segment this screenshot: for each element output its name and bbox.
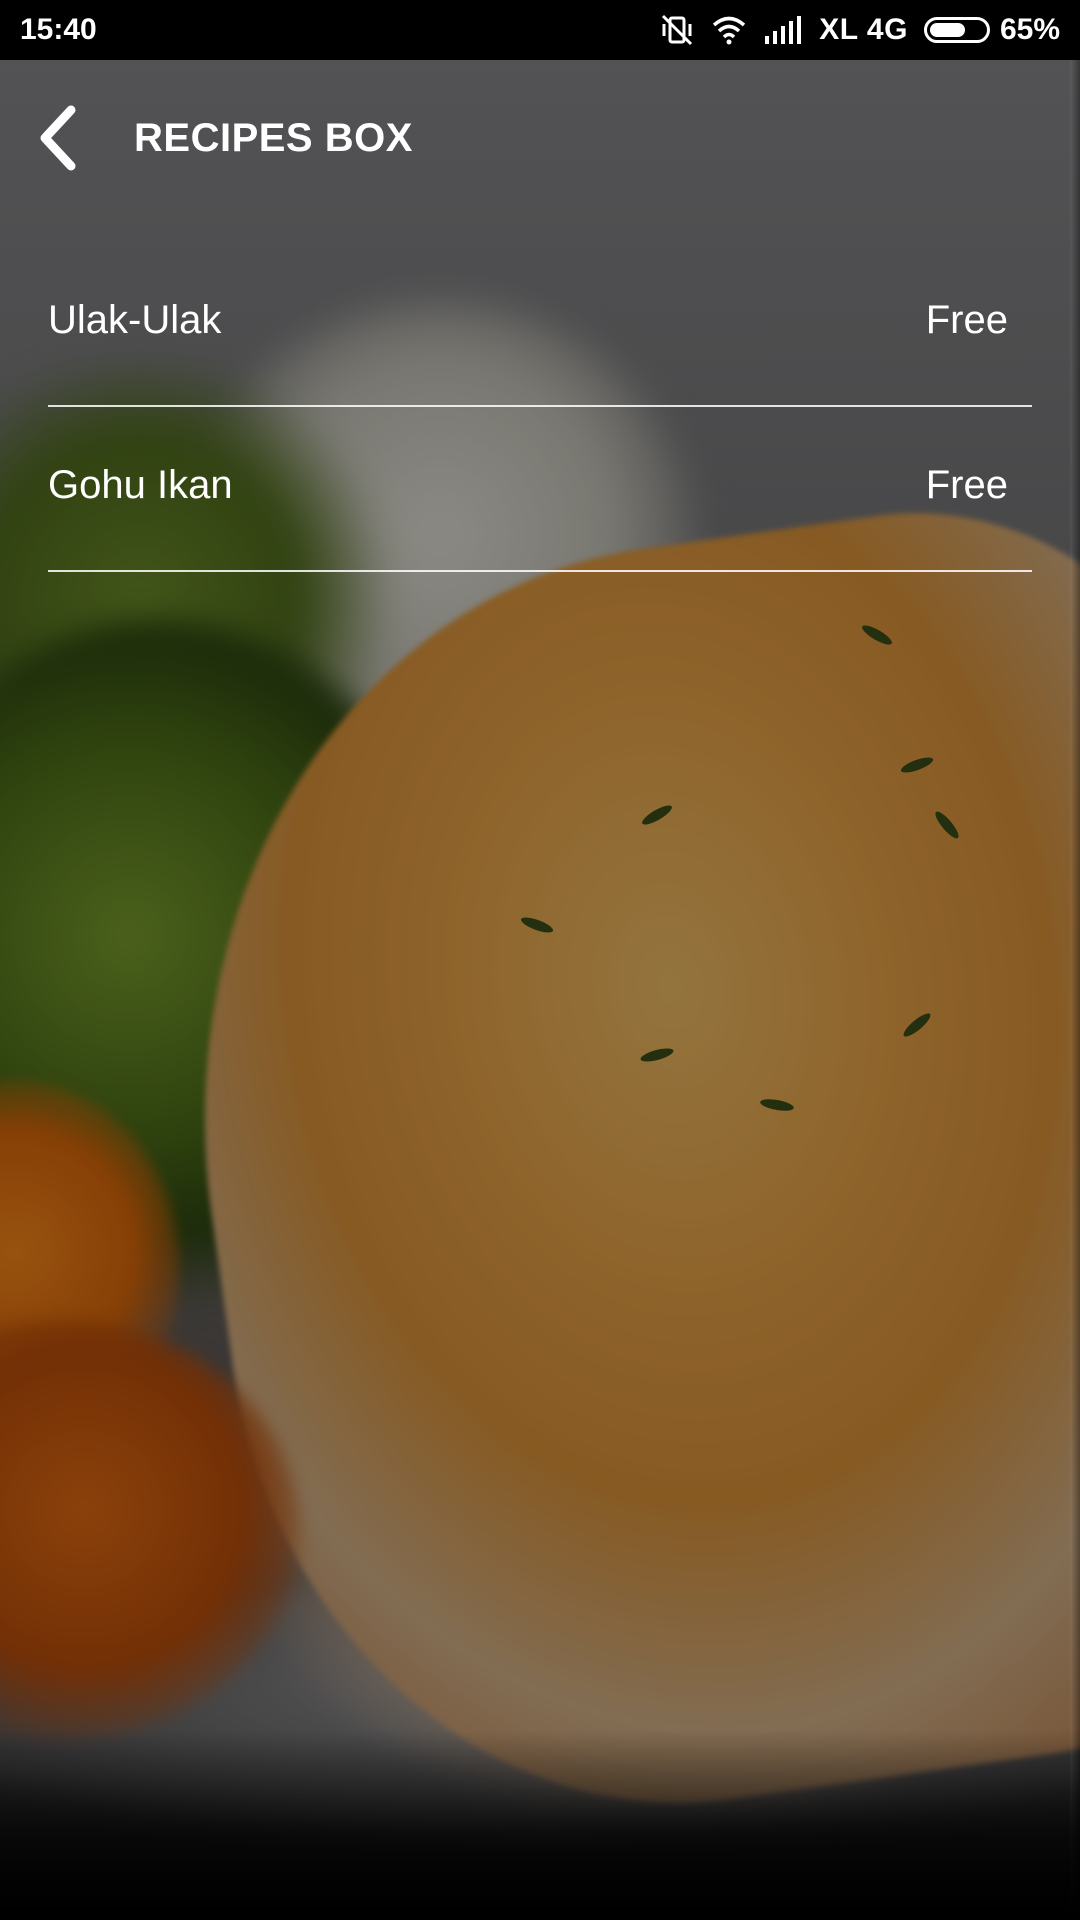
chevron-left-icon <box>33 104 83 177</box>
battery-percent: 65% <box>999 13 1060 46</box>
vibrate-off-icon <box>659 12 695 48</box>
back-button[interactable] <box>18 100 98 180</box>
recipe-price: Free <box>925 298 1008 342</box>
screen: 15:40 XL 4G 65% RECIPES BOX Ulak-Ulak Fr… <box>0 0 1080 1920</box>
battery-level-fill <box>929 23 966 37</box>
wifi-icon <box>711 15 747 45</box>
app-bar: RECIPES BOX <box>0 60 1080 220</box>
recipe-item-ulak-ulak[interactable]: Ulak-Ulak Free <box>48 242 1032 407</box>
battery-icon <box>923 17 990 43</box>
signal-icon <box>763 16 803 44</box>
network-label: XL 4G <box>819 13 908 46</box>
status-icons: XL 4G 65% <box>659 12 1060 48</box>
recipe-name: Gohu Ikan <box>48 463 233 507</box>
status-bar: 15:40 XL 4G 65% <box>0 0 1080 60</box>
recipe-name: Ulak-Ulak <box>48 298 222 342</box>
bottom-fade <box>0 1730 1080 1920</box>
edge-shadow <box>1070 60 1080 1920</box>
recipe-list: Ulak-Ulak Free Gohu Ikan Free <box>48 242 1032 572</box>
status-time: 15:40 <box>20 13 97 46</box>
recipe-item-gohu-ikan[interactable]: Gohu Ikan Free <box>48 407 1032 572</box>
recipe-price: Free <box>925 463 1008 507</box>
battery: 65% <box>923 13 1060 47</box>
page-title: RECIPES BOX <box>134 116 413 160</box>
